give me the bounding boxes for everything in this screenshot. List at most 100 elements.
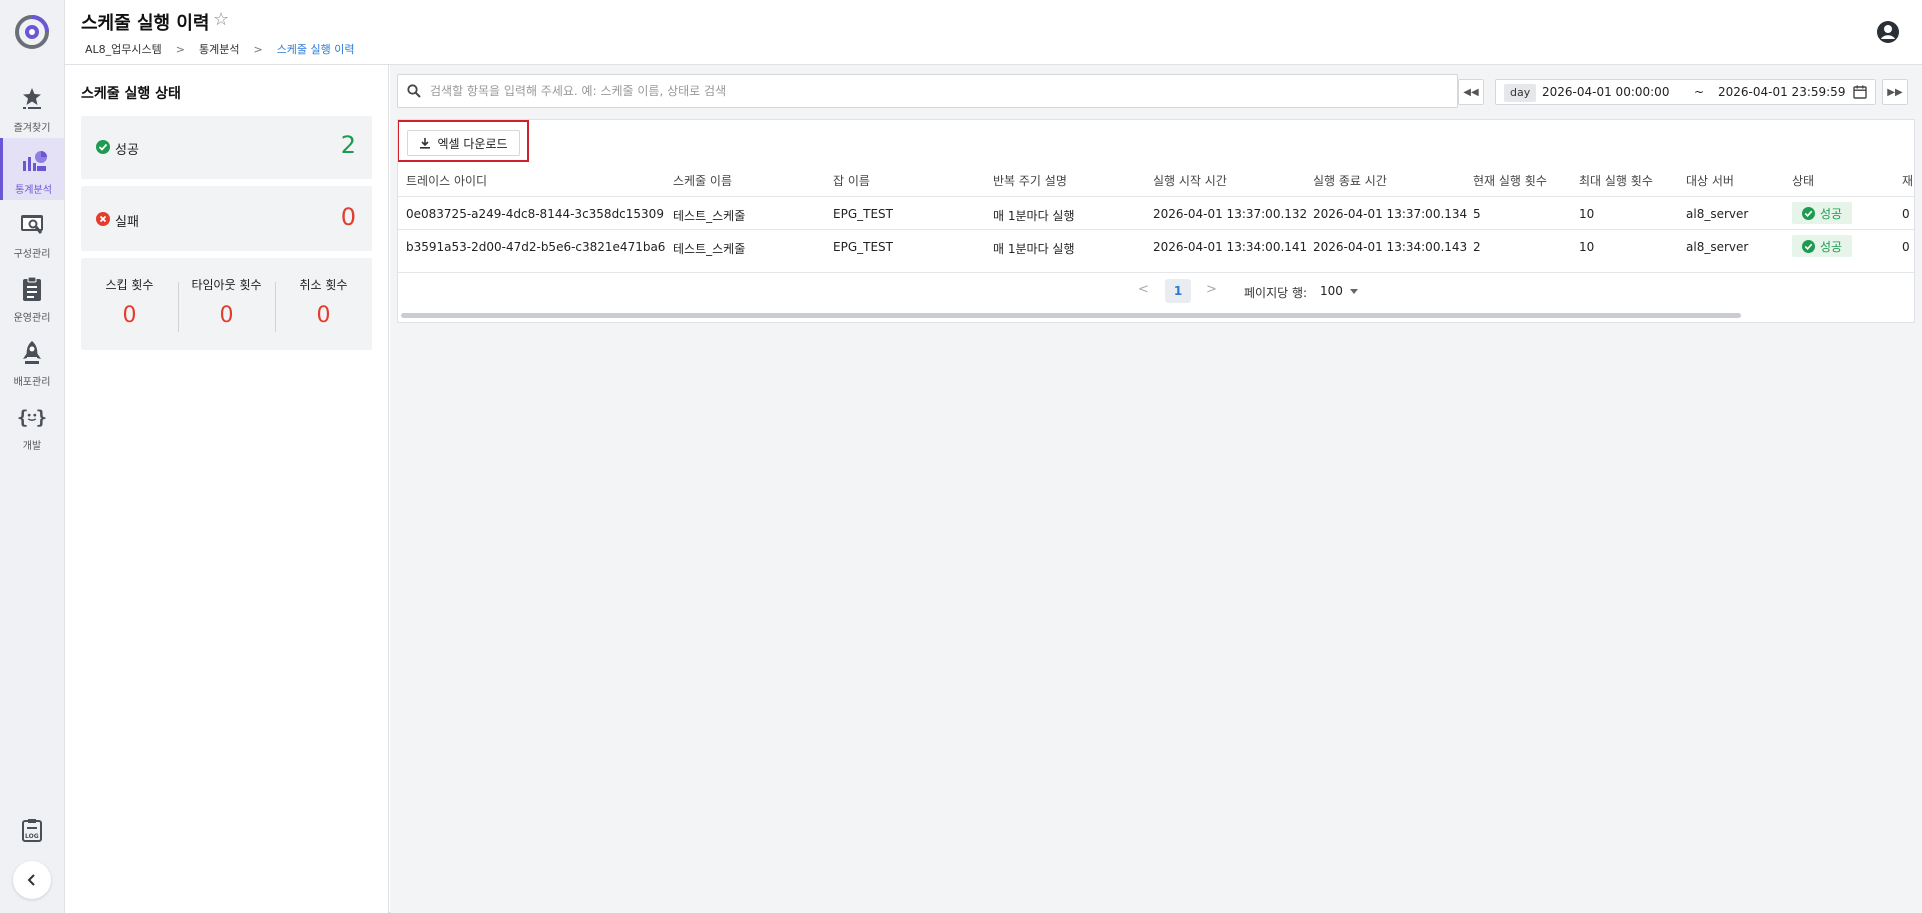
table-cell: EPG_TEST bbox=[833, 240, 893, 254]
table-cell: 0 bbox=[1902, 240, 1910, 254]
rows-per-page-select[interactable]: 100 bbox=[1320, 284, 1343, 298]
operations-icon bbox=[17, 274, 47, 304]
statistics-icon bbox=[19, 146, 49, 176]
start-datetime[interactable]: 2026-04-01 00:00:00 bbox=[1542, 85, 1669, 99]
left-nav: 즐겨찾기 통계분석 구성관리 운영관리 배포관리 {} 개발 LOG bbox=[0, 0, 65, 913]
page-title: 스케줄 실행 이력 bbox=[81, 13, 210, 34]
success-card: 성공 2 bbox=[81, 116, 372, 179]
table-cell: 2026-04-01 13:37:00.134 bbox=[1313, 207, 1468, 221]
timeout-count-value: 0 bbox=[219, 303, 234, 328]
next-period-button[interactable]: ▶▶ bbox=[1882, 79, 1908, 105]
page-number-button[interactable]: 1 bbox=[1165, 279, 1191, 303]
prev-page-icon[interactable]: < bbox=[1138, 282, 1149, 297]
chevron-right-icon: > bbox=[253, 42, 263, 56]
nav-item-configuration[interactable]: 구성관리 bbox=[0, 202, 64, 264]
breadcrumb-item[interactable]: 통계분석 bbox=[199, 41, 239, 57]
table-cell: 매 1분마다 실행 bbox=[993, 209, 1075, 223]
status-text: 성공 bbox=[1819, 206, 1843, 221]
caret-down-icon[interactable] bbox=[1350, 289, 1358, 294]
skip-count-col: 스킵 횟수 0 bbox=[81, 276, 178, 328]
status-text: 성공 bbox=[1819, 239, 1843, 254]
table-cell: EPG_TEST bbox=[833, 207, 893, 221]
date-range-picker[interactable]: day 2026-04-01 00:00:00 ~ 2026-04-01 23:… bbox=[1495, 79, 1876, 105]
breadcrumb: AL8_업무시스템 > 통계분석 > 스케줄 실행 이력 bbox=[85, 41, 355, 57]
table-cell: 매 1분마다 실행 bbox=[993, 242, 1075, 256]
column-header[interactable]: 현재 실행 횟수 bbox=[1473, 172, 1547, 189]
main-content: ◀◀ day 2026-04-01 00:00:00 ~ 2026-04-01 … bbox=[390, 65, 1922, 913]
excel-download-button[interactable]: 엑셀 다운로드 bbox=[407, 130, 520, 156]
timeout-count-label: 타임아웃 횟수 bbox=[191, 278, 262, 292]
nav-label: 즐겨찾기 bbox=[13, 123, 51, 134]
period-unit-chip[interactable]: day bbox=[1504, 84, 1537, 102]
app-logo-icon[interactable] bbox=[14, 14, 50, 50]
search-box bbox=[397, 74, 1458, 108]
nav-item-develop[interactable]: {} 개발 bbox=[0, 394, 64, 456]
search-input[interactable] bbox=[430, 81, 1440, 101]
end-datetime[interactable]: 2026-04-01 23:59:59 bbox=[1718, 85, 1845, 99]
cancel-count-label: 취소 횟수 bbox=[299, 278, 348, 292]
download-icon bbox=[420, 138, 431, 149]
favorite-star-icon[interactable]: ☆ bbox=[213, 9, 229, 30]
status-panel: 스케줄 실행 상태 성공 2 실패 0 스킵 횟수 0 타임아웃 횟수 0 취소… bbox=[65, 65, 389, 913]
status-badge: 성공 bbox=[1792, 235, 1852, 257]
table-cell: 2 bbox=[1473, 240, 1481, 254]
table-cell: 10 bbox=[1579, 240, 1595, 254]
log-icon[interactable]: LOG bbox=[17, 815, 47, 845]
chevron-left-icon bbox=[27, 874, 35, 886]
column-header[interactable]: 대상 서버 bbox=[1686, 172, 1734, 189]
nav-item-deploy[interactable]: 배포관리 bbox=[0, 330, 64, 392]
chevron-right-icon: > bbox=[175, 42, 185, 56]
nav-label: 배포관리 bbox=[13, 377, 51, 388]
column-header[interactable]: 최대 실행 횟수 bbox=[1579, 172, 1653, 189]
column-header[interactable]: 실행 시작 시간 bbox=[1153, 172, 1227, 189]
nav-label: 통계분석 bbox=[15, 185, 52, 196]
nav-label: 구성관리 bbox=[13, 249, 51, 260]
nav-label: 운영관리 bbox=[13, 313, 51, 324]
success-check-icon bbox=[1801, 239, 1815, 253]
table-row[interactable]: 0e083725-a249-4dc8-8144-3c358dc15309 테스트… bbox=[398, 196, 1914, 229]
fail-count: 0 bbox=[340, 203, 356, 231]
double-chevron-right-icon: ▶▶ bbox=[1887, 86, 1903, 98]
column-header[interactable]: 트레이스 아이디 bbox=[406, 172, 487, 189]
prev-period-button[interactable]: ◀◀ bbox=[1458, 79, 1484, 105]
timeout-count-col: 타임아웃 횟수 0 bbox=[178, 276, 275, 328]
configuration-icon bbox=[17, 210, 47, 240]
table-cell: 10 bbox=[1579, 207, 1595, 221]
nav-item-statistics[interactable]: 통계분석 bbox=[0, 138, 64, 200]
fail-label: 실패 bbox=[115, 215, 139, 230]
skip-count-label: 스킵 횟수 bbox=[105, 278, 154, 292]
column-header[interactable]: 실행 종료 시간 bbox=[1313, 172, 1387, 189]
excel-download-label: 엑셀 다운로드 bbox=[437, 136, 508, 151]
success-label: 성공 bbox=[115, 143, 139, 158]
cancel-count-value: 0 bbox=[316, 303, 331, 328]
column-header[interactable]: 반복 주기 설명 bbox=[993, 172, 1067, 189]
svg-text:{: { bbox=[17, 408, 28, 429]
collapse-nav-button[interactable] bbox=[13, 861, 51, 899]
search-icon bbox=[407, 84, 421, 98]
horizontal-scrollbar[interactable] bbox=[401, 313, 1741, 318]
nav-item-favorites[interactable]: 즐겨찾기 bbox=[0, 76, 64, 138]
range-separator: ~ bbox=[1694, 85, 1705, 99]
column-header[interactable]: 재 bbox=[1902, 172, 1913, 189]
deploy-icon bbox=[17, 338, 47, 368]
table-row[interactable]: b3591a53-2d00-47d2-b5e6-c3821e471ba6 테스트… bbox=[398, 229, 1914, 262]
fail-x-icon bbox=[96, 212, 110, 226]
table-cell: 테스트_스케줄 bbox=[673, 242, 746, 256]
column-header[interactable]: 스케줄 이름 bbox=[673, 172, 732, 189]
skip-count-value: 0 bbox=[122, 303, 137, 328]
column-header[interactable]: 상태 bbox=[1792, 172, 1814, 189]
rows-per-page-label: 페이지당 행: bbox=[1244, 286, 1308, 300]
table-cell: b3591a53-2d00-47d2-b5e6-c3821e471ba6 bbox=[406, 240, 666, 254]
calendar-icon[interactable] bbox=[1853, 85, 1867, 99]
column-header[interactable]: 잡 이름 bbox=[833, 172, 870, 189]
breadcrumb-current: 스케줄 실행 이력 bbox=[276, 43, 355, 56]
double-chevron-left-icon: ◀◀ bbox=[1463, 86, 1479, 98]
next-page-icon[interactable]: > bbox=[1206, 282, 1217, 297]
user-account-icon[interactable] bbox=[1876, 20, 1900, 44]
page-header: 스케줄 실행 이력 ☆ AL8_업무시스템 > 통계분석 > 스케줄 실행 이력 bbox=[65, 0, 1922, 65]
table-cell: 2026-04-01 13:34:00.143 bbox=[1313, 240, 1468, 254]
svg-text:}: } bbox=[36, 408, 47, 429]
nav-item-operations[interactable]: 운영관리 bbox=[0, 266, 64, 328]
breadcrumb-item[interactable]: AL8_업무시스템 bbox=[85, 41, 162, 57]
table-cell: 2026-04-01 13:37:00.132 bbox=[1153, 207, 1308, 221]
